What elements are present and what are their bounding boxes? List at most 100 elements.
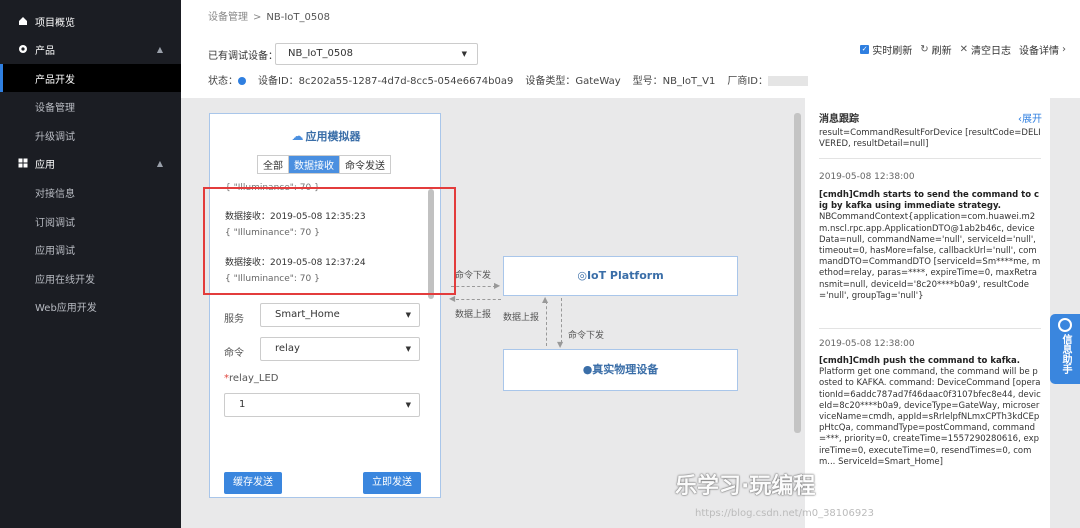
cache-send-button[interactable]: 缓存发送: [224, 472, 282, 494]
info-helper-label: 信息助手: [1060, 334, 1071, 374]
info-helper-tab[interactable]: 信息助手: [1050, 314, 1080, 384]
simulator-tabs: 全部 数据接收 命令发送: [257, 155, 391, 174]
breadcrumb-separator: >: [253, 12, 262, 23]
sidebar-item-app-debug[interactable]: 应用调试: [0, 235, 181, 263]
sidebar-item-label: 产品: [35, 45, 55, 57]
tab-data-receive[interactable]: 数据接收: [289, 156, 340, 173]
sidebar-item-subscription-debug[interactable]: 订阅调试: [0, 207, 181, 235]
arrow-right-icon: ▶: [494, 281, 501, 290]
flow-data-up-label: 数据上报: [455, 310, 492, 320]
flow-cmd-down-label-2: 命令下发: [568, 331, 605, 341]
simulator-title-text: 应用模拟器: [305, 130, 361, 143]
param-select[interactable]: 1 ▼: [224, 393, 420, 417]
help-circle-icon: [1058, 318, 1072, 332]
watermark: 乐学习·玩编程: [675, 474, 816, 499]
realtime-refresh-label: 实时刷新: [872, 46, 913, 57]
flow-arrow-left: [456, 299, 501, 300]
device-select[interactable]: NB_IoT_0508 ▼: [275, 43, 478, 65]
sidebar-item-label: Web应用开发: [35, 302, 97, 314]
trace-timestamp: 2019-05-08 12:38:00: [819, 172, 915, 182]
send-now-button[interactable]: 立即发送: [363, 472, 421, 494]
device-id-label: 设备ID：: [258, 76, 299, 87]
vendor-id-label: 厂商ID：: [727, 76, 769, 87]
watermark-url: https://blog.csdn.net/m0_38106923: [695, 508, 874, 519]
caret-down-icon: ▼: [461, 50, 467, 58]
caret-down-icon: ▼: [405, 345, 411, 353]
sidebar-item-integration-info[interactable]: 对接信息: [0, 178, 181, 206]
iot-platform-label: IoT Platform: [586, 269, 664, 282]
breadcrumb: 设备管理 > NB-IoT_0508: [208, 8, 330, 23]
model-label: 型号：: [632, 76, 663, 87]
toolbar: ✓ 实时刷新 ↻ 刷新 ✕ 清空日志 设备详情 ›: [860, 42, 1070, 57]
sidebar-item-online-dev[interactable]: 应用在线开发: [0, 264, 181, 292]
clear-log-label: 清空日志: [971, 46, 1011, 57]
service-label: 服务: [224, 314, 244, 325]
tab-command-send[interactable]: 命令发送: [340, 156, 390, 173]
refresh-label: 刷新: [931, 46, 952, 57]
param-label-text: relay_LED: [229, 373, 279, 384]
trace-title: 消息跟踪: [819, 114, 859, 125]
trace-block-head: [cmdh]Cmdh starts to send the command to…: [819, 190, 1040, 212]
device-status-row: 状态： 设备ID：8c202a55-1287-4d7d-8cc5-054e667…: [208, 72, 809, 87]
service-select[interactable]: Smart_Home ▼: [260, 303, 420, 327]
clear-log-button[interactable]: ✕ 清空日志: [960, 42, 1011, 57]
arrow-down-icon: ▼: [557, 340, 564, 349]
sidebar: 项目概览 产品 ▲ 产品开发 设备管理 升级调试 应用 ▲ 对接信息 订阅调试 …: [0, 0, 181, 528]
breadcrumb-current: NB-IoT_0508: [266, 12, 330, 23]
device-id-value: 8c202a55-1287-4d7d-8cc5-054e6674b0a9: [298, 76, 514, 87]
sidebar-item-product-dev[interactable]: 产品开发: [0, 64, 181, 92]
model-value: NB_IoT_V1: [662, 76, 716, 87]
chevron-right-icon: ›: [1062, 44, 1066, 55]
device-detail-label: 设备详情: [1019, 46, 1059, 57]
trace-block: result=CommandResultForDevice [resultCod…: [819, 128, 1041, 150]
sidebar-item-label: 产品开发: [35, 74, 75, 86]
command-select[interactable]: relay ▼: [260, 337, 420, 361]
close-icon: ✕: [959, 44, 968, 55]
trace-expand-link[interactable]: ‹展开: [1018, 110, 1042, 125]
command-select-value: relay: [275, 343, 300, 354]
chevron-up-icon: ▲: [156, 44, 163, 54]
sidebar-item-product[interactable]: 产品 ▲: [0, 35, 181, 63]
device-type-label: 设备类型：: [525, 76, 576, 87]
refresh-button[interactable]: ↻ 刷新: [920, 42, 951, 57]
sidebar-item-web-dev[interactable]: Web应用开发: [0, 292, 181, 320]
physical-device-label: 真实物理设备: [592, 363, 659, 376]
sidebar-item-device-management[interactable]: 设备管理: [0, 92, 181, 120]
device-select-value: NB_IoT_0508: [288, 48, 353, 59]
sidebar-item-project-overview[interactable]: 项目概览: [0, 7, 181, 35]
trace-divider: [819, 328, 1041, 329]
arrow-left-icon: ◀: [449, 294, 456, 303]
sidebar-item-label: 订阅调试: [35, 217, 75, 229]
highlight-box: [203, 187, 456, 295]
trace-timestamp: 2019-05-08 12:38:00: [819, 339, 915, 349]
flow-arrow-up: [546, 301, 547, 346]
workspace-scrollbar[interactable]: [794, 113, 801, 433]
sidebar-item-label: 升级调试: [35, 131, 75, 143]
home-icon: [19, 17, 27, 25]
service-select-value: Smart_Home: [275, 309, 340, 320]
sidebar-item-label: 应用调试: [35, 245, 75, 257]
sidebar-item-label: 应用: [35, 159, 55, 171]
physical-device-node: ●真实物理设备: [503, 349, 738, 391]
gear-icon: [19, 45, 27, 53]
arrow-up-icon: ▲: [542, 295, 549, 304]
flow-arrow-down: [561, 298, 562, 343]
vendor-id-redacted: [768, 76, 809, 86]
trace-block: [cmdh]Cmdh starts to send the command to…: [819, 190, 1041, 302]
trace-block-body: Platform get one command, the command wi…: [819, 367, 1041, 467]
sidebar-item-upgrade-debug[interactable]: 升级调试: [0, 121, 181, 149]
trace-block-body: NBCommandContext{application=com.huawei.…: [819, 212, 1041, 301]
sidebar-item-label: 项目概览: [35, 17, 75, 29]
tab-all[interactable]: 全部: [258, 156, 289, 173]
iot-platform-node: ◎IoT Platform: [503, 256, 738, 296]
trace-block: [cmdh]Cmdh push the command to kafka. Pl…: [819, 356, 1041, 468]
device-detail-link[interactable]: 设备详情 ›: [1019, 42, 1066, 57]
sidebar-item-application[interactable]: 应用 ▲: [0, 149, 181, 177]
grid-icon: [18, 158, 28, 168]
breadcrumb-parent[interactable]: 设备管理: [208, 12, 248, 23]
realtime-refresh-checkbox[interactable]: ✓ 实时刷新: [860, 42, 912, 57]
cloud-icon: ☁: [291, 129, 304, 143]
debug-workspace: ☁ 应用模拟器 全部 数据接收 命令发送 { "Illuminance": 70 …: [181, 98, 1080, 528]
chevron-up-icon: ▲: [156, 158, 163, 168]
device-dot-icon: ●: [582, 363, 593, 376]
